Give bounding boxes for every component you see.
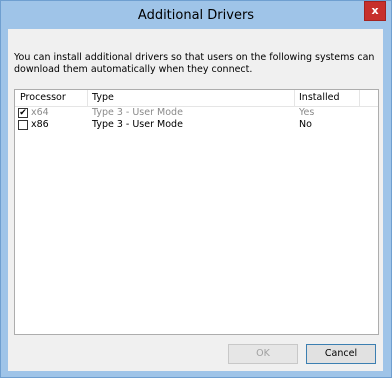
title-bar[interactable]: Additional Drivers x	[1, 1, 391, 29]
row-processor: x64	[31, 107, 49, 118]
row-installed: Yes	[299, 107, 315, 118]
description-text: You can install additional drivers so th…	[14, 52, 375, 75]
additional-drivers-dialog: Additional Drivers x You can install add…	[0, 0, 392, 378]
dialog-title: Additional Drivers	[137, 8, 255, 23]
row-type: Type 3 - User Mode	[92, 119, 183, 130]
table-row[interactable]: ✔ x64 Type 3 - User Mode Yes	[15, 107, 378, 119]
column-header-installed[interactable]: Installed	[299, 92, 339, 103]
row-processor: x86	[31, 119, 49, 130]
table-row[interactable]: x86 Type 3 - User Mode No	[15, 119, 378, 131]
cancel-button[interactable]: Cancel	[306, 344, 376, 364]
drivers-list[interactable]: Processor Type Installed ✔ x64 Type 3 - …	[14, 89, 379, 335]
dialog-body: You can install additional drivers so th…	[8, 29, 383, 371]
column-header-processor[interactable]: Processor	[20, 92, 66, 103]
row-installed: No	[299, 119, 312, 130]
column-divider[interactable]	[294, 90, 295, 106]
row-type: Type 3 - User Mode	[92, 107, 183, 118]
close-button[interactable]: x	[364, 1, 386, 21]
column-divider[interactable]	[359, 90, 360, 106]
column-divider[interactable]	[87, 90, 88, 106]
column-header-type[interactable]: Type	[92, 92, 114, 103]
list-header: Processor Type Installed	[15, 90, 378, 107]
ok-button[interactable]: OK	[228, 344, 298, 364]
row-checkbox[interactable]	[18, 120, 28, 130]
row-checkbox[interactable]: ✔	[18, 108, 28, 118]
